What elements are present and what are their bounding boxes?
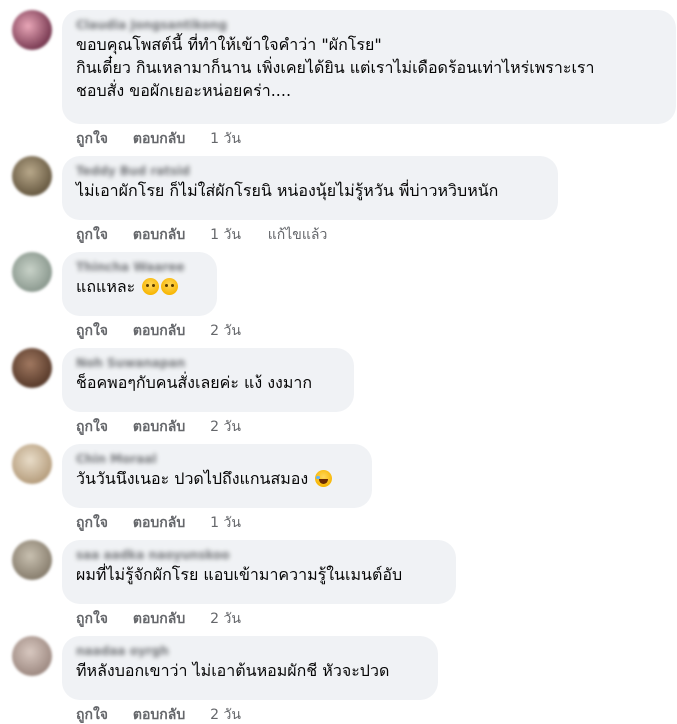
reply-link[interactable]: ตอบกลับ bbox=[133, 610, 185, 628]
comment-author[interactable]: Thincha Waaree bbox=[76, 259, 203, 275]
comment-text-line: ขอบคุณโพสต์นี้ ที่ทำให้เข้าใจคำว่า "ผักโ… bbox=[76, 35, 382, 54]
comment-timestamp[interactable]: 1 วัน bbox=[210, 130, 241, 148]
sad-face-emoji bbox=[142, 278, 160, 295]
comment-text-line: ผมที่ไม่รู้จักผักโรย แอบเข้ามาความรู้ในเ… bbox=[76, 565, 403, 584]
comment-author[interactable]: naadaa oyrgh bbox=[76, 643, 424, 659]
comment-text-line: กินเตี๋ยว กินเหลามาก็นาน เพิ่งเคยได้ยิน … bbox=[76, 58, 595, 77]
comment-text-line: ทีหลังบอกเขาว่า ไม่เอาต้นหอมผักชี หัวจะป… bbox=[76, 661, 390, 680]
like-link[interactable]: ถูกใจ bbox=[76, 322, 108, 340]
comment-actions: ถูกใจ ตอบกลับ 2 วัน bbox=[76, 610, 263, 628]
reply-link[interactable]: ตอบกลับ bbox=[133, 706, 185, 724]
reply-link[interactable]: ตอบกลับ bbox=[133, 514, 185, 532]
like-link[interactable]: ถูกใจ bbox=[76, 130, 108, 148]
comment-author[interactable]: Teddy Bud ratsid bbox=[76, 163, 544, 179]
comment-text-line: ช็อคพอๆกับคนสั่งเลยค่ะ แง้ งงมาก bbox=[76, 373, 313, 392]
comment-timestamp[interactable]: 2 วัน bbox=[210, 610, 241, 628]
comment-timestamp[interactable]: 2 วัน bbox=[210, 322, 241, 340]
comment-actions: ถูกใจ ตอบกลับ 2 วัน bbox=[76, 322, 263, 340]
like-link[interactable]: ถูกใจ bbox=[76, 514, 108, 532]
comment-bubble: Claudia Jongsantikong ขอบคุณโพสต์นี้ ที่… bbox=[62, 10, 676, 124]
comment-text: แถแหละ bbox=[76, 277, 136, 296]
comment-text-line: ชอบสั่ง ขอผักเยอะหน่อยคร่า.... bbox=[76, 81, 292, 100]
comment-actions: ถูกใจ ตอบกลับ 1 วัน bbox=[76, 130, 263, 148]
comment-bubble: naadaa oyrgh ทีหลังบอกเขาว่า ไม่เอาต้นหอ… bbox=[62, 636, 438, 700]
avatar[interactable] bbox=[12, 348, 52, 388]
comment-timestamp[interactable]: 2 วัน bbox=[210, 706, 241, 724]
reply-link[interactable]: ตอบกลับ bbox=[133, 226, 185, 244]
comment-author[interactable]: Noh Suwanapan bbox=[76, 355, 340, 371]
avatar[interactable] bbox=[12, 540, 52, 580]
comment-actions: ถูกใจ ตอบกลับ 2 วัน bbox=[76, 418, 263, 436]
avatar[interactable] bbox=[12, 252, 52, 292]
like-link[interactable]: ถูกใจ bbox=[76, 610, 108, 628]
like-link[interactable]: ถูกใจ bbox=[76, 226, 108, 244]
comment-timestamp[interactable]: 1 วัน bbox=[210, 226, 241, 244]
comment-text: วันวันนึงเนอะ ปวดไปถึงแกนสมอง bbox=[76, 469, 309, 488]
comment-text-line: ไม่เอาผักโรย ก็ไม่ใส่ผักโรยนิ หน่องนุ้ยไ… bbox=[76, 181, 499, 200]
comment-timestamp[interactable]: 2 วัน bbox=[210, 418, 241, 436]
reply-link[interactable]: ตอบกลับ bbox=[133, 130, 185, 148]
comment-bubble: Chin Moraal วันวันนึงเนอะ ปวดไปถึงแกนสมอ… bbox=[62, 444, 372, 508]
comment-actions: ถูกใจ ตอบกลับ 1 วัน bbox=[76, 514, 263, 532]
sad-face-emoji bbox=[161, 278, 179, 295]
comment-bubble: Teddy Bud ratsid ไม่เอาผักโรย ก็ไม่ใส่ผั… bbox=[62, 156, 558, 220]
comment-author[interactable]: saa aadka naoyunskoo bbox=[76, 547, 442, 563]
avatar[interactable] bbox=[12, 636, 52, 676]
avatar[interactable] bbox=[12, 156, 52, 196]
comment-actions: ถูกใจ ตอบกลับ 1 วัน แก้ไขแล้ว bbox=[76, 226, 327, 244]
comment-timestamp[interactable]: 1 วัน bbox=[210, 514, 241, 532]
avatar[interactable] bbox=[12, 10, 52, 50]
comment-bubble: Noh Suwanapan ช็อคพอๆกับคนสั่งเลยค่ะ แง้… bbox=[62, 348, 354, 412]
rolling-laugh-emoji bbox=[315, 470, 333, 487]
comment-text-line: วันวันนึงเนอะ ปวดไปถึงแกนสมอง bbox=[76, 467, 358, 490]
comment-author[interactable]: Chin Moraal bbox=[76, 451, 358, 467]
edited-label[interactable]: แก้ไขแล้ว bbox=[268, 226, 328, 244]
comment-author[interactable]: Claudia Jongsantikong bbox=[76, 17, 662, 33]
comment-actions: ถูกใจ ตอบกลับ 2 วัน bbox=[76, 706, 263, 724]
like-link[interactable]: ถูกใจ bbox=[76, 706, 108, 724]
comment-bubble: saa aadka naoyunskoo ผมที่ไม่รู้จักผักโร… bbox=[62, 540, 456, 604]
comment-bubble: Thincha Waaree แถแหละ bbox=[62, 252, 217, 316]
reply-link[interactable]: ตอบกลับ bbox=[133, 418, 185, 436]
reply-link[interactable]: ตอบกลับ bbox=[133, 322, 185, 340]
avatar[interactable] bbox=[12, 444, 52, 484]
comment-text-line: แถแหละ bbox=[76, 275, 203, 298]
like-link[interactable]: ถูกใจ bbox=[76, 418, 108, 436]
